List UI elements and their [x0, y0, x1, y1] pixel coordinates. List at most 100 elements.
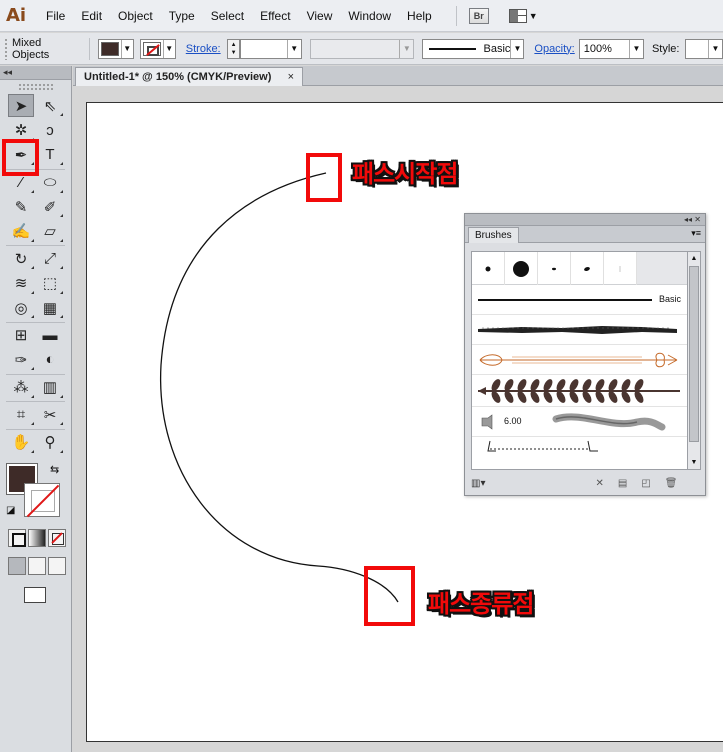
- selection-tool[interactable]: ➤: [8, 94, 34, 117]
- rotate-tool[interactable]: ↻: [8, 247, 34, 270]
- brush-tile[interactable]: [538, 252, 571, 285]
- pen-tool[interactable]: ✒: [8, 143, 34, 166]
- screen-mode-button[interactable]: [24, 587, 46, 603]
- bridge-button[interactable]: Br: [468, 7, 489, 24]
- scroll-down-icon[interactable]: ▼: [689, 457, 699, 468]
- column-graph-tool[interactable]: ▥: [37, 376, 63, 399]
- collapse-close-icon[interactable]: ◂◂ ✕: [684, 215, 701, 224]
- brushes-scrollbar[interactable]: ▲ ▼: [688, 251, 701, 470]
- stroke-color-dropdown[interactable]: ▼: [139, 38, 176, 59]
- eyedropper-icon: ✑: [14, 351, 28, 369]
- artboard-tool[interactable]: ⌗: [8, 403, 34, 426]
- paintbrush-tool[interactable]: ✎: [8, 195, 34, 218]
- none-mode-button[interactable]: [48, 529, 66, 547]
- fill-color-dropdown[interactable]: ▼: [97, 38, 134, 59]
- tool-row: ⌗ ✂: [8, 403, 71, 428]
- menu-edit[interactable]: Edit: [73, 0, 110, 32]
- blend-tool[interactable]: ◐: [37, 348, 63, 371]
- brushes-panel-footer: ▥▾ ✕ ▤ ◰ 🗑: [471, 474, 701, 492]
- stroke-color-box[interactable]: [24, 483, 60, 517]
- perspective-grid-tool[interactable]: ▦: [37, 296, 63, 319]
- default-fill-stroke-icon[interactable]: ◪: [6, 505, 18, 517]
- flyout-indicator: [31, 162, 34, 165]
- document-tab[interactable]: Untitled-1* @ 150% (CMYK/Preview) ×: [75, 67, 303, 86]
- swap-fill-stroke-icon[interactable]: ⇆: [50, 463, 59, 476]
- free-transform-tool[interactable]: ⬚: [37, 272, 63, 295]
- slice-tool[interactable]: ✂: [37, 403, 63, 426]
- lasso-tool[interactable]: ↄ: [37, 119, 63, 142]
- color-mode-button[interactable]: [8, 529, 26, 547]
- tools-panel-collapse[interactable]: ◂◂: [0, 66, 71, 80]
- menu-help[interactable]: Help: [399, 0, 440, 32]
- pencil-tool[interactable]: ✐: [37, 195, 63, 218]
- draw-behind-button[interactable]: [28, 557, 46, 575]
- direct-selection-tool[interactable]: ⇖: [37, 94, 63, 117]
- brush-libraries-icon[interactable]: ▥▾: [471, 478, 485, 489]
- menu-window[interactable]: Window: [340, 0, 399, 32]
- close-tab-icon[interactable]: ×: [288, 71, 294, 83]
- brushes-panel: ◂◂ ✕ Brushes ▾≡ Basic 6.00 ▲ ▼ ▥▾ ✕ ▤ ◰ …: [464, 213, 706, 496]
- brush-options-icon[interactable]: ▤: [618, 478, 627, 489]
- brushes-panel-titlebar[interactable]: ◂◂ ✕: [465, 214, 705, 226]
- tools-panel: ◂◂ ➤ ⇖ ✲ ↄ ✒ T ⁄ ⬭ ✎ ✐ ✍ ▱ ↻ ⤢ ≋ ⬚ ◎ ▦ ⊞ ▬ ✑ ◐ ⁂ ▥ ⌗ ✂ ✋ ⚲ ⇆ ◪: [0, 66, 72, 752]
- selection-status-label: Mixed Objects: [11, 36, 50, 61]
- mesh-tool[interactable]: ⊞: [8, 324, 34, 347]
- menu-file[interactable]: File: [36, 0, 73, 32]
- menu-view[interactable]: View: [299, 0, 341, 32]
- magic-wand-tool[interactable]: ✲: [8, 119, 34, 142]
- scrollbar-thumb[interactable]: [689, 266, 699, 442]
- tool-row: ⁂ ▥: [8, 376, 71, 401]
- panel-menu-icon[interactable]: ▾≡: [691, 228, 701, 239]
- hand-tool[interactable]: ✋: [8, 431, 34, 454]
- brush-tile[interactable]: [571, 252, 604, 285]
- warp-tool[interactable]: ≋: [8, 272, 34, 295]
- control-bar-grip[interactable]: [4, 37, 8, 60]
- opacity-panel-link[interactable]: Opacity:: [534, 43, 574, 55]
- variable-width-profile-dropdown[interactable]: ▼: [309, 38, 415, 59]
- symbol-sprayer-tool[interactable]: ⁂: [8, 376, 34, 399]
- bristle-brush-row[interactable]: 6.00: [472, 407, 687, 437]
- tab-brushes[interactable]: Brushes: [468, 227, 519, 243]
- shape-builder-tool[interactable]: ◎: [8, 296, 34, 319]
- gradient-mode-button[interactable]: [28, 529, 46, 547]
- stroke-panel-link[interactable]: Stroke:: [186, 43, 221, 55]
- ellipse-tool[interactable]: ⬭: [37, 171, 63, 194]
- stroke-weight-stepper[interactable]: ▲ ▼: [226, 38, 241, 59]
- scale-tool[interactable]: ⤢: [37, 247, 63, 270]
- brush-tile[interactable]: [472, 252, 505, 285]
- type-tool[interactable]: T: [37, 143, 63, 166]
- dashed-brush-row[interactable]: [472, 437, 687, 457]
- remove-stroke-icon[interactable]: ✕: [595, 478, 603, 489]
- eraser-tool[interactable]: ▱: [37, 220, 63, 243]
- tools-panel-grip[interactable]: [18, 83, 53, 91]
- menu-select[interactable]: Select: [203, 0, 252, 32]
- zoom-tool[interactable]: ⚲: [37, 431, 63, 454]
- menu-type[interactable]: Type: [161, 0, 203, 32]
- arrow-art-brush-row[interactable]: [472, 345, 687, 375]
- draw-inside-button[interactable]: [48, 557, 66, 575]
- basic-brush-row[interactable]: Basic: [472, 285, 687, 315]
- draw-normal-button[interactable]: [8, 557, 26, 575]
- line-segment-tool[interactable]: ⁄: [8, 171, 34, 194]
- arrange-documents-button[interactable]: ▼: [508, 8, 538, 23]
- chevron-down-icon: ▼: [286, 39, 301, 58]
- stroke-weight-field[interactable]: ▼: [240, 38, 302, 59]
- brush-tile[interactable]: [505, 252, 538, 285]
- menu-effect[interactable]: Effect: [252, 0, 298, 32]
- scroll-up-icon[interactable]: ▲: [689, 253, 699, 264]
- tool-row: ✍ ▱: [8, 220, 71, 245]
- bristle-size-label: 6.00: [504, 416, 522, 426]
- eyedropper-tool[interactable]: ✑: [8, 348, 34, 371]
- pattern-brush-row[interactable]: [472, 375, 687, 407]
- blob-brush-tool[interactable]: ✍: [8, 220, 34, 243]
- opacity-field[interactable]: 100% ▼: [578, 38, 644, 59]
- menu-object[interactable]: Object: [110, 0, 161, 32]
- new-brush-icon[interactable]: ◰: [641, 478, 650, 489]
- brush-definition-dropdown[interactable]: Basic ▼: [422, 38, 525, 59]
- charcoal-brush-row[interactable]: [472, 315, 687, 345]
- tool-row: ≋ ⬚: [8, 272, 71, 297]
- graphic-style-dropdown[interactable]: ▼: [685, 38, 723, 59]
- delete-brush-icon[interactable]: 🗑: [665, 478, 678, 489]
- gradient-tool[interactable]: ▬: [37, 324, 63, 347]
- brush-tile[interactable]: [604, 252, 637, 285]
